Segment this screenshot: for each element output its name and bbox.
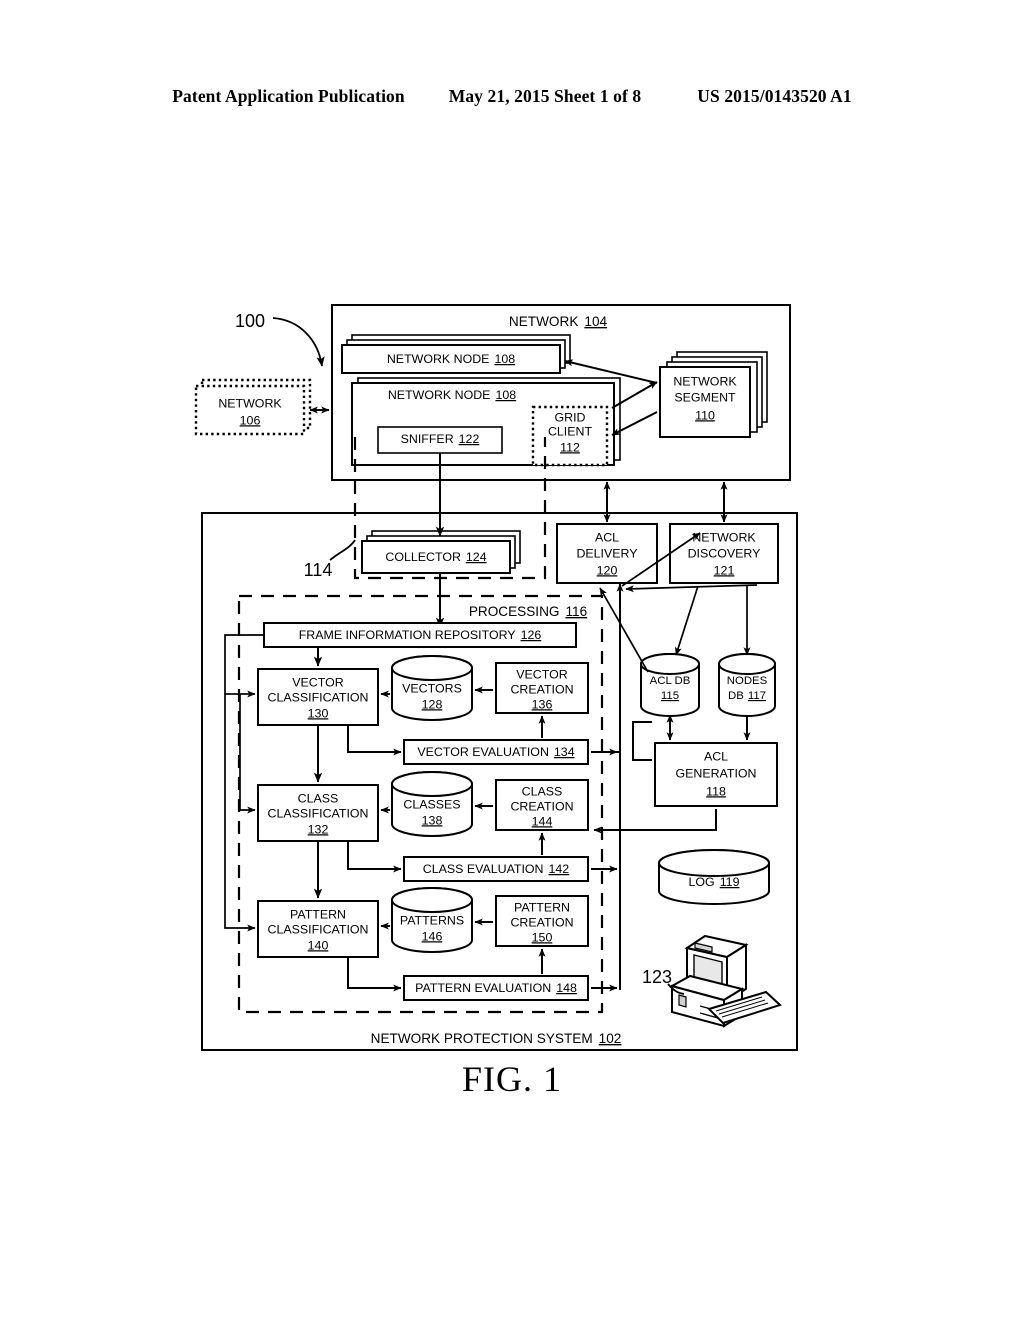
class-creation-144-ref: 144 <box>532 814 553 828</box>
grid-client-112-line2: CLIENT <box>548 424 592 438</box>
pattern-classification-140-line2: CLASSIFICATION <box>268 922 369 936</box>
class-creation-144-line2: CREATION <box>510 799 573 813</box>
acl-generation-118-line2: GENERATION <box>675 766 756 780</box>
pattern-creation-150-line2: CREATION <box>510 915 573 929</box>
classes-138-label: CLASSES <box>403 797 460 811</box>
acl-generation-118-ref: 118 <box>706 784 726 798</box>
acl-delivery-120-line2: DELIVERY <box>576 546 637 560</box>
ref-100-label: 100 <box>235 311 265 331</box>
acl-db-115-label: ACL DB <box>650 675 691 687</box>
nodes-db-117-line2: DB 117 <box>728 690 766 702</box>
vector-creation-136-ref: 136 <box>532 697 553 711</box>
ref-100-leader <box>272 317 325 367</box>
processing-116-title: PROCESSING 116 <box>469 604 587 619</box>
grid-client-112-line1: GRID <box>555 410 586 424</box>
frame-information-repository-126-label: FRAME INFORMATION REPOSITORY 126 <box>299 628 542 642</box>
vector-classification-130-line1: VECTOR <box>292 675 343 689</box>
pattern-classification-140-ref: 140 <box>308 938 329 952</box>
class-classification-132-ref: 132 <box>308 822 329 836</box>
vector-creation-136-line2: CREATION <box>510 682 573 696</box>
network-106-ref: 106 <box>240 413 261 427</box>
network-discovery-121-ref: 121 <box>714 563 735 577</box>
grid-client-112-ref: 112 <box>560 440 580 454</box>
patterns-146-ref: 146 <box>422 929 443 943</box>
log-119-label: LOG 119 <box>689 875 740 889</box>
classes-138-ref: 138 <box>422 813 443 827</box>
pattern-classification-140-line1: PATTERN <box>290 907 346 921</box>
vectors-128-label: VECTORS <box>402 681 462 695</box>
network-protection-system-102-title: NETWORK PROTECTION SYSTEM 102 <box>371 1031 622 1046</box>
acl-delivery-120-line1: ACL <box>595 530 619 544</box>
figure-1-diagram: NETWORK 104 NETWORK NODE 108 NETWORK NODE 1… <box>194 304 798 1051</box>
network-segment-110-line1: NETWORK <box>673 374 737 388</box>
figure-caption: FIG. 1 <box>461 1059 562 1099</box>
ref-114-label: 114 <box>304 560 333 580</box>
class-classification-132-line1: CLASS <box>298 791 339 805</box>
sniffer-122-label: SNIFFER 122 <box>401 432 480 446</box>
vector-classification-130-line2: CLASSIFICATION <box>268 690 369 704</box>
class-classification-132-line2: CLASSIFICATION <box>268 806 369 820</box>
pattern-creation-150-ref: 150 <box>532 930 553 944</box>
acl-db-115-ref: 115 <box>661 690 679 702</box>
network-segment-110-ref: 110 <box>695 408 715 422</box>
collector-124-label: COLLECTOR 124 <box>385 550 486 564</box>
network-node-108-top-label: NETWORK NODE 108 <box>387 352 515 366</box>
vectors-128-ref: 128 <box>422 697 443 711</box>
patterns-146-label: PATTERNS <box>400 913 464 927</box>
network-node-108-bottom-label: NETWORK NODE 108 <box>388 388 516 402</box>
vector-creation-136-line1: VECTOR <box>516 667 567 681</box>
acl-generation-118-line1: ACL <box>704 749 728 763</box>
ref-123-label: 123 <box>642 967 672 987</box>
vector-classification-130-ref: 130 <box>308 706 329 720</box>
class-creation-144-line1: CLASS <box>522 784 563 798</box>
network-discovery-121-line1: NETWORK <box>692 530 756 544</box>
network-discovery-121-line2: DISCOVERY <box>688 546 761 560</box>
network-106-label: NETWORK <box>218 396 282 410</box>
acl-delivery-120-ref: 120 <box>597 563 618 577</box>
pattern-creation-150-line1: PATTERN <box>514 900 570 914</box>
network-segment-110-line2: SEGMENT <box>674 390 736 404</box>
network-104-title: NETWORK 104 <box>509 314 608 329</box>
nodes-db-117-line1: NODES <box>727 675 768 687</box>
